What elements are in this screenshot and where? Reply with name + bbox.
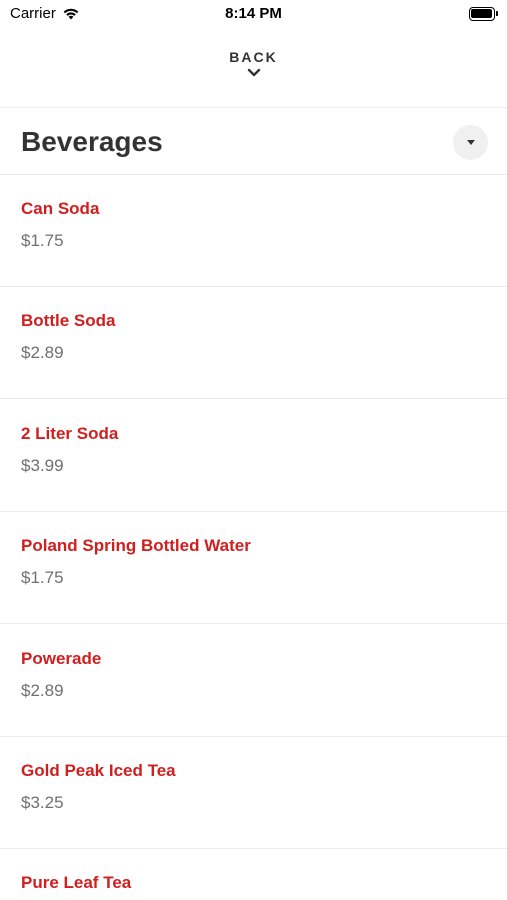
back-button[interactable]: BACK xyxy=(0,44,507,94)
item-price: $1.75 xyxy=(21,568,64,587)
item-name: Gold Peak Iced Tea xyxy=(21,761,176,780)
list-item[interactable]: Poland Spring Bottled Water $1.75 xyxy=(0,512,507,624)
item-price: $2.89 xyxy=(21,343,64,362)
list-item[interactable]: Bottle Soda $2.89 xyxy=(0,287,507,399)
item-price: $2.89 xyxy=(21,681,64,700)
item-name: Powerade xyxy=(21,649,102,668)
back-label: BACK xyxy=(229,49,278,65)
item-name: Can Soda xyxy=(21,199,100,218)
header-divider xyxy=(0,107,507,108)
battery-icon xyxy=(469,7,499,21)
item-price: $3.99 xyxy=(21,456,64,475)
item-name: 2 Liter Soda xyxy=(21,424,119,443)
item-name: Pure Leaf Tea xyxy=(21,873,132,892)
list-item[interactable]: Pure Leaf Tea xyxy=(0,849,507,900)
item-name: Poland Spring Bottled Water xyxy=(21,536,251,555)
list-item[interactable]: Can Soda $1.75 xyxy=(0,175,507,287)
list-item[interactable]: Powerade $2.89 xyxy=(0,625,507,737)
caret-down-icon xyxy=(466,139,475,145)
category-toggle-button[interactable] xyxy=(453,125,488,160)
list-item[interactable]: Gold Peak Iced Tea $3.25 xyxy=(0,737,507,849)
item-price: $1.75 xyxy=(21,231,64,250)
item-divider xyxy=(0,623,507,624)
item-price: $3.25 xyxy=(21,793,64,812)
list-item[interactable]: 2 Liter Soda $3.99 xyxy=(0,400,507,512)
item-name: Bottle Soda xyxy=(21,311,116,330)
category-title: Beverages xyxy=(21,126,163,157)
status-time: 8:14 PM xyxy=(225,5,282,22)
item-divider xyxy=(0,398,507,399)
chevron-down-icon xyxy=(247,68,260,77)
status-bar: Carrier 8:14 PM xyxy=(0,0,507,30)
